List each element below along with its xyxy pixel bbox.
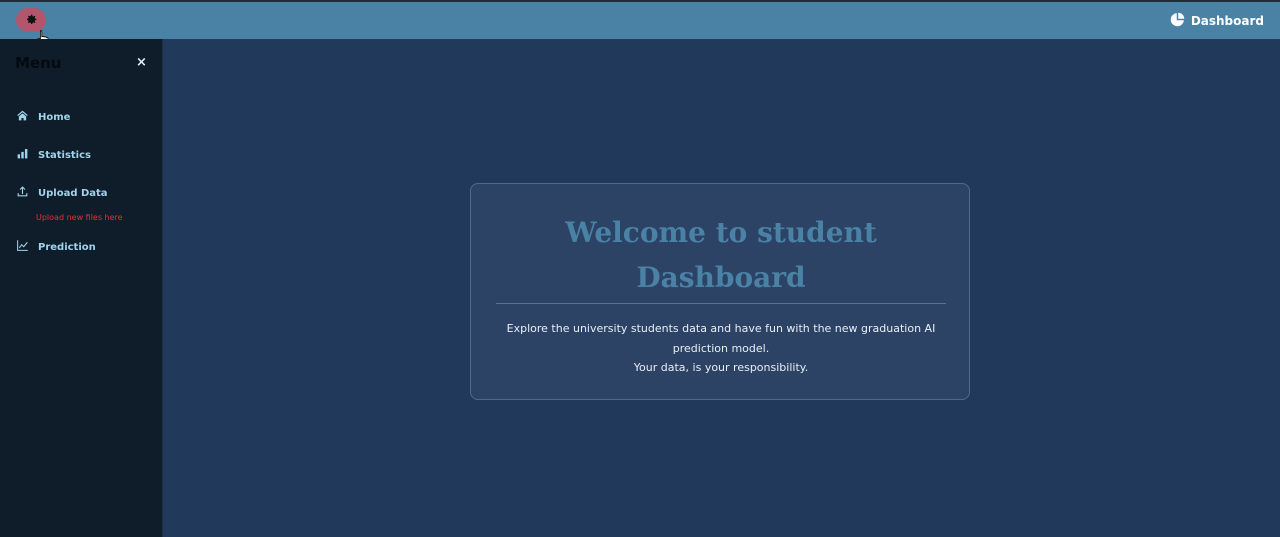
welcome-card: Welcome to student Dashboard Explore the… <box>470 183 970 400</box>
home-icon <box>16 109 29 125</box>
welcome-description: Explore the university students data and… <box>501 319 941 378</box>
description-line-1: Explore the university students data and… <box>506 322 936 355</box>
description-line-2: Your data, is your responsibility. <box>633 361 809 374</box>
upload-icon <box>16 185 29 201</box>
sidebar-item-label: Upload Data <box>38 187 108 199</box>
sidebar: Menu × Home Statistics Upload Data Uploa… <box>0 39 162 537</box>
dashboard-brand[interactable]: Dashboard <box>1170 12 1264 30</box>
sidebar-item-label: Prediction <box>38 241 96 253</box>
sidebar-item-upload-data[interactable]: Upload Data <box>16 185 108 201</box>
sidebar-item-statistics[interactable]: Statistics <box>16 147 91 163</box>
sidebar-item-label: Home <box>38 111 71 123</box>
sidebar-divider <box>162 39 163 537</box>
welcome-title: Welcome to student Dashboard <box>565 216 877 294</box>
brand-label: Dashboard <box>1190 14 1264 28</box>
pie-chart-icon <box>1170 12 1185 30</box>
line-chart-icon <box>16 239 29 255</box>
top-bar: Dashboard <box>0 0 1280 46</box>
menu-title: Menu <box>15 54 62 72</box>
sidebar-item-home[interactable]: Home <box>16 109 70 125</box>
upload-hint: Upload new files here <box>36 213 123 222</box>
sidebar-item-label: Statistics <box>38 149 91 161</box>
bar-chart-icon <box>16 147 29 163</box>
card-divider <box>496 303 946 304</box>
gear-icon <box>25 11 38 30</box>
close-sidebar-button[interactable]: × <box>136 56 147 69</box>
sidebar-item-prediction[interactable]: Prediction <box>16 239 96 255</box>
